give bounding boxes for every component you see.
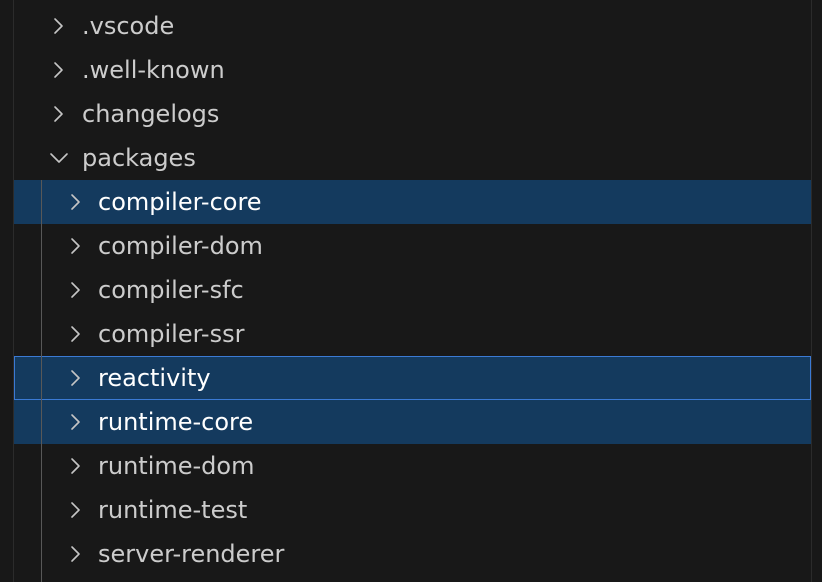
tree-item-compiler-core[interactable]: compiler-core (14, 180, 811, 224)
chevron-right-icon[interactable] (66, 180, 86, 224)
tree-item-dot-well-known[interactable]: .well-known (14, 48, 811, 92)
tree-item-reactivity[interactable]: reactivity (14, 356, 811, 400)
tree-item-label: .vscode (82, 12, 175, 40)
chevron-right-icon[interactable] (49, 92, 69, 136)
tree-item-runtime-test[interactable]: runtime-test (14, 488, 811, 532)
tree-item-label: compiler-core (98, 188, 262, 216)
tree-item-packages[interactable]: packages (14, 136, 811, 180)
chevron-right-icon[interactable] (66, 224, 86, 268)
tree-item-label: runtime-dom (98, 452, 255, 480)
explorer-tree: .vscode .well-known changelogs packages comp… (14, 4, 811, 576)
tree-item-runtime-dom[interactable]: runtime-dom (14, 444, 811, 488)
panel-right-edge (811, 0, 822, 582)
chevron-right-icon[interactable] (66, 532, 86, 576)
tree-item-server-renderer[interactable]: server-renderer (14, 532, 811, 576)
panel-left-edge (0, 0, 14, 582)
tree-item-label: compiler-ssr (98, 320, 245, 348)
chevron-right-icon[interactable] (66, 444, 86, 488)
tree-item-label: compiler-dom (98, 232, 263, 260)
tree-item-label: server-renderer (98, 540, 285, 568)
chevron-right-icon[interactable] (66, 400, 86, 444)
chevron-right-icon[interactable] (49, 4, 69, 48)
file-explorer-panel: .vscode .well-known changelogs packages comp… (0, 0, 822, 582)
tree-item-label: runtime-test (98, 496, 248, 524)
chevron-right-icon[interactable] (49, 48, 69, 92)
tree-item-compiler-dom[interactable]: compiler-dom (14, 224, 811, 268)
tree-item-label: changelogs (82, 100, 220, 128)
indent-guide-packages (41, 180, 42, 582)
tree-item-dot-vscode[interactable]: .vscode (14, 4, 811, 48)
tree-item-runtime-core[interactable]: runtime-core (14, 400, 811, 444)
tree-item-compiler-ssr[interactable]: compiler-ssr (14, 312, 811, 356)
tree-item-compiler-sfc[interactable]: compiler-sfc (14, 268, 811, 312)
tree-item-label: packages (82, 144, 196, 172)
tree-item-label: reactivity (98, 364, 211, 392)
chevron-right-icon[interactable] (66, 356, 86, 400)
tree-item-label: .well-known (82, 56, 225, 84)
chevron-down-icon[interactable] (49, 136, 69, 180)
chevron-right-icon[interactable] (66, 312, 86, 356)
tree-item-label: compiler-sfc (98, 276, 244, 304)
tree-item-label: runtime-core (98, 408, 254, 436)
chevron-right-icon[interactable] (66, 488, 86, 532)
chevron-right-icon[interactable] (66, 268, 86, 312)
tree-item-changelogs[interactable]: changelogs (14, 92, 811, 136)
